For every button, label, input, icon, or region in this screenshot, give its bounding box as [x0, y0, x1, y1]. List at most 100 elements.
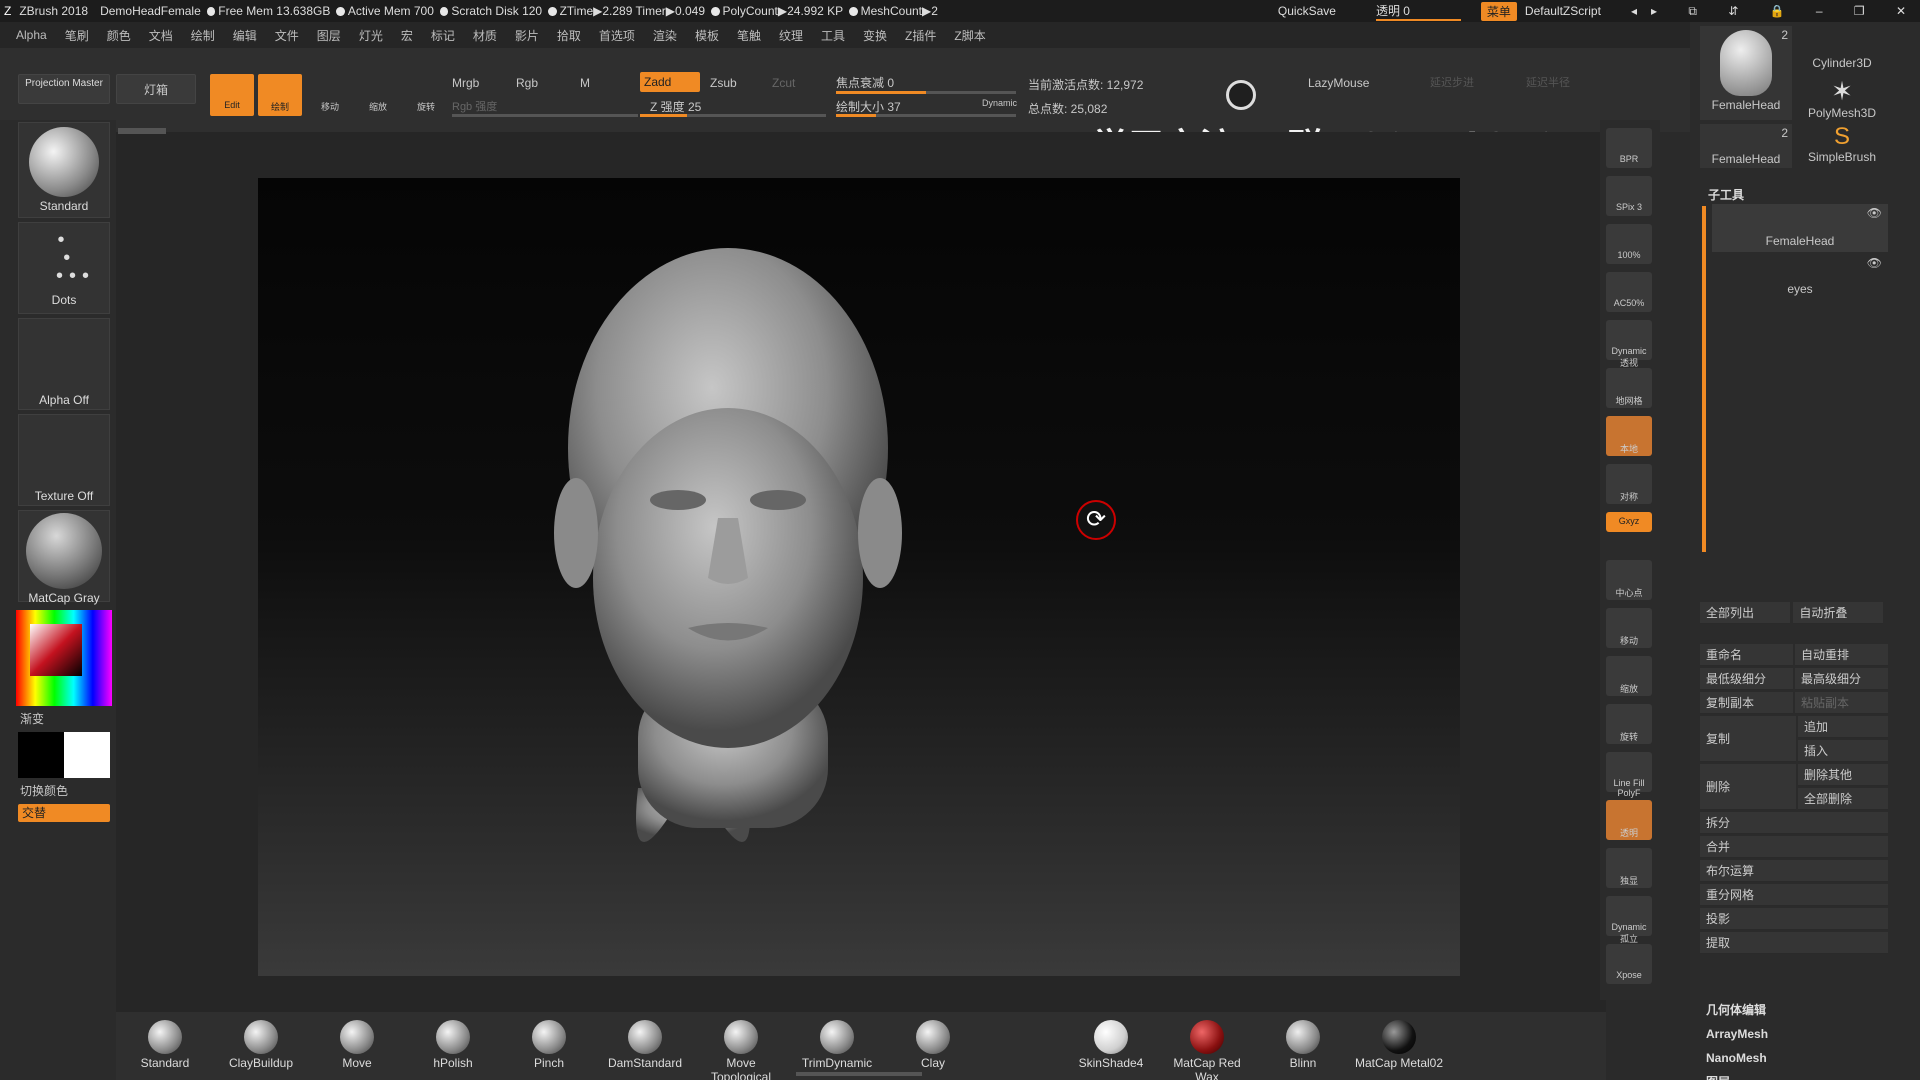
draw-button[interactable]: 绘制 [258, 74, 302, 116]
right-toolbar-button[interactable]: AC50% [1606, 272, 1652, 312]
right-toolbar-button[interactable]: Dynamic 透视 [1606, 320, 1652, 368]
edit-button[interactable]: Edit [210, 74, 254, 116]
focal-shift-track[interactable] [836, 91, 1016, 94]
insert-button[interactable]: 插入 [1798, 740, 1888, 762]
brush-slot[interactable]: Clay [888, 1020, 978, 1080]
brush-slot[interactable]: Move [312, 1020, 402, 1080]
brush-slot[interactable]: Move Topological [696, 1020, 786, 1080]
rgb-intensity-track[interactable] [452, 114, 638, 117]
menu-item[interactable]: 纹理 [779, 27, 803, 44]
right-toolbar-button[interactable]: 旋转 [1606, 704, 1652, 744]
rotate-button[interactable]: 旋转 [406, 78, 446, 114]
brush-slot[interactable]: Pinch [504, 1020, 594, 1080]
menu-item[interactable]: 文档 [149, 27, 173, 44]
default-zscript-button[interactable]: DefaultZScript [1525, 4, 1601, 18]
right-toolbar-button[interactable]: 地网格 [1606, 368, 1652, 408]
merge-button[interactable]: 合并 [1700, 836, 1888, 858]
right-toolbar-button[interactable]: Gxyz [1606, 512, 1652, 532]
brush-slot[interactable]: Standard [120, 1020, 210, 1080]
right-toolbar-button[interactable]: 透明 [1606, 800, 1652, 840]
menu-button[interactable]: 菜单 [1480, 1, 1517, 21]
zadd-button[interactable]: Zadd [640, 72, 700, 92]
tool-femalehead-small[interactable]: FemaleHead 2 [1700, 124, 1792, 168]
layers-menu[interactable]: 图层 [1706, 1070, 1768, 1080]
project-button[interactable]: 投影 [1700, 908, 1888, 930]
menu-item[interactable]: 模板 [695, 27, 719, 44]
delete-button[interactable]: 删除 [1700, 764, 1796, 810]
brush-slot[interactable]: ClayBuildup [216, 1020, 306, 1080]
split-button[interactable]: 拆分 [1700, 812, 1888, 834]
right-toolbar-button[interactable]: SPix 3 [1606, 176, 1652, 216]
switch-color-button[interactable]: 切换颜色 [20, 782, 68, 799]
gradient-label[interactable]: 渐变 [20, 710, 44, 727]
secondary-color-swatch[interactable] [64, 732, 110, 778]
boolean-button[interactable]: 布尔运算 [1700, 860, 1888, 882]
alternate-button[interactable]: 交替 [18, 804, 110, 822]
menu-item[interactable]: 渲染 [653, 27, 677, 44]
tool-cylinder3d[interactable]: Cylinder3D [1796, 26, 1888, 74]
nanomesh-menu[interactable]: NanoMesh [1706, 1046, 1768, 1070]
z-intensity-slider[interactable]: Z 强度 25 [650, 98, 701, 115]
lazymouse-button[interactable]: LazyMouse [1308, 76, 1369, 90]
menu-item[interactable]: 首选项 [599, 27, 635, 44]
color-picker[interactable] [16, 610, 112, 706]
quicksave-button[interactable]: QuickSave [1278, 4, 1336, 18]
menu-item[interactable]: 图层 [317, 27, 341, 44]
lowest-subdiv-button[interactable]: 最低级细分 [1700, 668, 1793, 690]
brush-selector[interactable]: Standard [18, 122, 110, 218]
menu-item[interactable]: 文件 [275, 27, 299, 44]
remesh-button[interactable]: 重分网格 [1700, 884, 1888, 906]
right-toolbar-button[interactable]: 缩放 [1606, 656, 1652, 696]
auto-reorder-button[interactable]: 自动重排 [1795, 644, 1888, 666]
menu-item[interactable]: 宏 [401, 27, 413, 44]
material-selector[interactable]: MatCap Gray [18, 510, 110, 605]
rename-button[interactable]: 重命名 [1700, 644, 1793, 666]
rgb-intensity-slider[interactable]: Rgb 强度 [452, 98, 497, 114]
brush-slot[interactable]: TrimDynamic [792, 1020, 882, 1080]
tool-simplebrush[interactable]: S SimpleBrush [1796, 124, 1888, 168]
zsub-button[interactable]: Zsub [710, 76, 737, 90]
right-toolbar-button[interactable]: 独显 [1606, 848, 1652, 888]
extract-button[interactable]: 提取 [1700, 932, 1888, 954]
visibility-eye-icon[interactable]: 👁 [1867, 206, 1882, 220]
subtool-item-eyes[interactable]: eyes 👁 [1712, 254, 1888, 300]
right-toolbar-button[interactable]: Line Fill PolyF [1606, 752, 1652, 798]
dynamic-label[interactable]: Dynamic [982, 98, 1017, 108]
paste-button[interactable]: 粘贴副本 [1795, 692, 1888, 714]
delete-other-button[interactable]: 删除其他 [1798, 764, 1888, 786]
document-canvas[interactable]: ⟳ [258, 178, 1460, 976]
lazy-radius-slider[interactable]: 延迟半径 [1526, 74, 1570, 90]
menu-item[interactable]: 灯光 [359, 27, 383, 44]
canvas-scroll-handle[interactable] [118, 128, 166, 134]
subtool-header[interactable]: 子工具 [1708, 186, 1744, 203]
material-slot[interactable]: Blinn [1258, 1020, 1348, 1080]
highest-subdiv-button[interactable]: 最高级细分 [1795, 668, 1888, 690]
arraymesh-menu[interactable]: ArrayMesh [1706, 1022, 1768, 1046]
m-button[interactable]: M [580, 76, 590, 90]
focal-shift-slider[interactable]: 焦点衰减 0 [836, 74, 894, 91]
list-all-button[interactable]: 全部列出 [1700, 602, 1790, 624]
transparency-slider[interactable]: 透明 0 [1375, 2, 1461, 21]
alpha-selector[interactable]: Alpha Off [18, 318, 110, 410]
scale-button[interactable]: 缩放 [358, 78, 398, 114]
right-toolbar-button[interactable]: 移动 [1606, 608, 1652, 648]
draw-size-slider[interactable]: 绘制大小 37 [836, 98, 901, 115]
menu-item[interactable]: 笔刷 [65, 27, 89, 44]
window-controls[interactable]: ◂▸ ⧉ ⇵ 🔒 – ❐ ✕ [1631, 4, 1920, 19]
stroke-selector[interactable]: • • ••• Dots [18, 222, 110, 314]
mrgb-button[interactable]: Mrgb [452, 76, 479, 90]
menu-item[interactable]: 笔触 [737, 27, 761, 44]
copy-button[interactable]: 复制 [1700, 716, 1796, 762]
menu-item[interactable]: 影片 [515, 27, 539, 44]
right-toolbar-button[interactable]: Dynamic 孤立 [1606, 896, 1652, 944]
auto-collapse-button[interactable]: 自动折叠 [1793, 602, 1884, 624]
tool-femalehead-thumb[interactable]: FemaleHead 2 [1700, 26, 1792, 120]
right-toolbar-button[interactable]: 本地 [1606, 416, 1652, 456]
lightbox-button[interactable]: 灯箱 [116, 74, 196, 104]
projection-master-button[interactable]: Projection Master [18, 74, 110, 104]
menu-item[interactable]: 标记 [431, 27, 455, 44]
right-toolbar-button[interactable]: BPR [1606, 128, 1652, 168]
menu-item[interactable]: Z脚本 [954, 27, 985, 44]
material-slot[interactable]: MatCap Metal02 [1354, 1020, 1444, 1080]
bottom-scroll-handle[interactable] [796, 1072, 922, 1076]
